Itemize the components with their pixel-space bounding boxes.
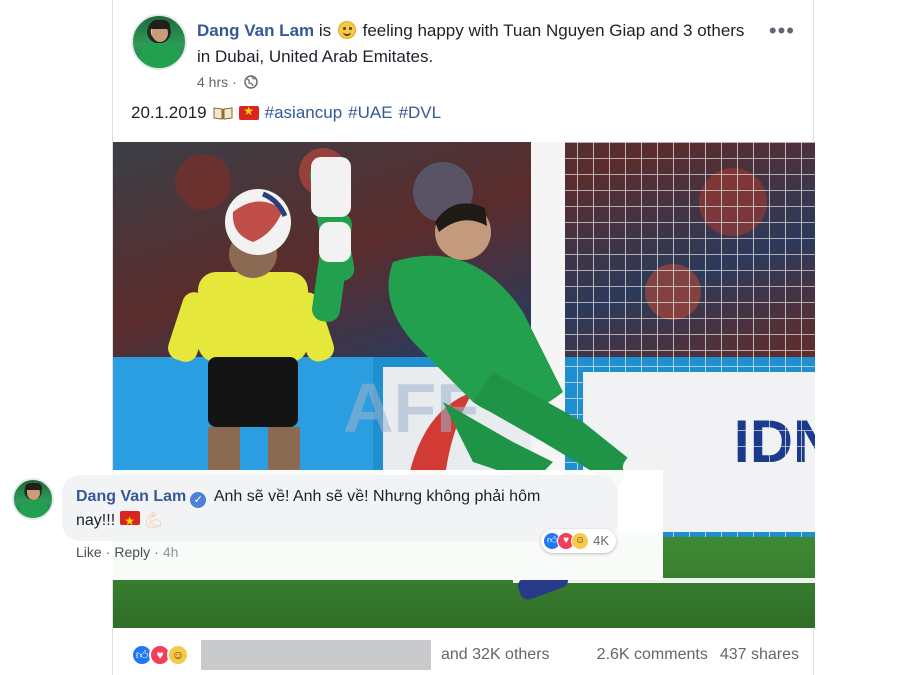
post-header-text: Dang Van Lam is feeling happy with Tuan … bbox=[197, 18, 757, 70]
hashtag-dvl[interactable]: #DVL bbox=[399, 103, 442, 123]
reaction-summary-icons[interactable]: 👍︎ ♥ ☺ bbox=[131, 644, 189, 666]
comment-bubble: Dang Van Lam ✓ Anh sẽ về! Anh sẽ về! Nhưn… bbox=[62, 475, 618, 553]
comment-reaction-count: 4K bbox=[593, 533, 609, 548]
hashtag-asiancup[interactable]: #asiancup bbox=[265, 103, 343, 123]
post-header: Dang Van Lam is feeling happy with Tuan … bbox=[131, 12, 799, 102]
others-count[interactable]: and 32K others bbox=[441, 646, 550, 664]
post-timestamp[interactable]: 4 hrs bbox=[197, 74, 228, 90]
shares-count[interactable]: 437 shares bbox=[720, 646, 799, 664]
smiley-icon bbox=[337, 21, 356, 39]
reactions-bar: 👍︎ ♥ ☺ and 32K others 2.6K comments 437 … bbox=[131, 640, 799, 670]
comment-reply-button[interactable]: Reply bbox=[114, 544, 150, 560]
post-meta: 4 hrs · bbox=[197, 74, 258, 90]
verified-icon: ✓ bbox=[190, 492, 207, 508]
vietnam-flag-icon bbox=[119, 509, 140, 533]
author-avatar[interactable] bbox=[131, 14, 187, 70]
comment-actions: Like · Reply · 4h bbox=[76, 544, 179, 560]
flexed-biceps-icon: 💪︎ bbox=[144, 512, 164, 529]
post-author-name[interactable]: Dang Van Lam bbox=[197, 21, 314, 40]
haha-reaction-icon: ☺ bbox=[167, 644, 189, 666]
feeling-prefix: is bbox=[318, 21, 332, 40]
comment-text-line1: Anh sẽ về! Anh sẽ về! Nhưng không phải h… bbox=[213, 488, 541, 505]
hashtag-uae[interactable]: #UAE bbox=[348, 103, 392, 123]
vietnam-flag-icon bbox=[238, 104, 259, 120]
comments-count[interactable]: 2.6K comments bbox=[597, 646, 708, 664]
globe-icon[interactable] bbox=[244, 75, 258, 89]
comment-author[interactable]: Dang Van Lam bbox=[76, 488, 186, 505]
more-options-button[interactable]: ••• bbox=[769, 20, 795, 42]
commenter-avatar[interactable] bbox=[12, 478, 54, 520]
comment-like-button[interactable]: Like bbox=[76, 544, 102, 560]
haha-reaction-icon: ☺ bbox=[571, 532, 590, 550]
comment-reactions[interactable]: 👍︎ ♥ ☺ 4K bbox=[541, 529, 616, 553]
post-text: 20.1.2019 #asiancup #UAE #DVL bbox=[131, 103, 441, 123]
comment-text-line2: nay!!! bbox=[76, 512, 116, 529]
redacted-reactor-names bbox=[201, 640, 431, 670]
comment-timestamp[interactable]: 4h bbox=[163, 544, 179, 560]
book-icon bbox=[213, 107, 233, 120]
comment-overlay: Dang Van Lam ✓ Anh sẽ về! Anh sẽ về! Nhưn… bbox=[0, 470, 663, 580]
post-date: 20.1.2019 bbox=[131, 103, 207, 122]
